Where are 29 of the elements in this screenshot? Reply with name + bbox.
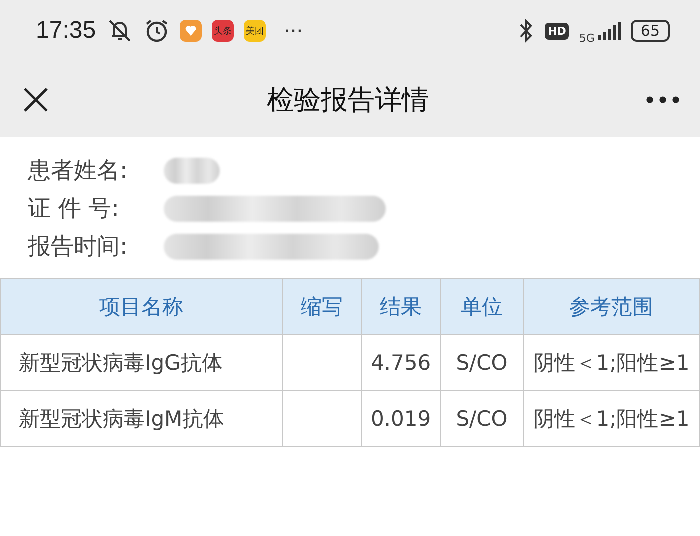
menu-icon[interactable] — [646, 96, 680, 104]
field-label: 患者姓名: — [28, 157, 129, 186]
column-header: 项目名称 — [0, 278, 282, 334]
table-cell: S/CO — [440, 334, 524, 390]
column-header: 参考范围 — [524, 278, 700, 334]
battery-level: 65 — [630, 20, 670, 42]
table-cell: 4.756 — [362, 334, 440, 390]
table-cell: 阴性＜1;阳性≥1 — [524, 390, 700, 446]
redacted-value — [164, 158, 220, 184]
app-icon: 头条 — [212, 20, 234, 42]
table-cell: 新型冠状病毒IgG抗体 — [0, 334, 282, 390]
signal-icon — [596, 21, 621, 41]
table-cell: 阴性＜1;阳性≥1 — [524, 334, 700, 390]
table-cell: 0.019 — [362, 390, 440, 446]
table-cell: 新型冠状病毒IgM抗体 — [0, 390, 282, 446]
column-header: 结果 — [362, 278, 440, 334]
page-title: 检验报告详情 — [267, 84, 429, 118]
field-label: 报告时间: — [28, 233, 129, 262]
more-notifications: ··· — [284, 19, 304, 43]
clock-time: 17:35 — [36, 17, 96, 45]
column-header: 缩写 — [282, 278, 362, 334]
hd-badge: HD — [545, 22, 570, 40]
column-header: 单位 — [440, 278, 524, 334]
field-label: 证 件 号: — [28, 195, 120, 224]
table-cell: S/CO — [440, 390, 524, 446]
close-icon[interactable] — [22, 86, 50, 114]
alarm-clock-icon — [144, 18, 170, 44]
network-type: 5G — [579, 32, 595, 44]
app-icon: 美团 — [244, 20, 266, 42]
